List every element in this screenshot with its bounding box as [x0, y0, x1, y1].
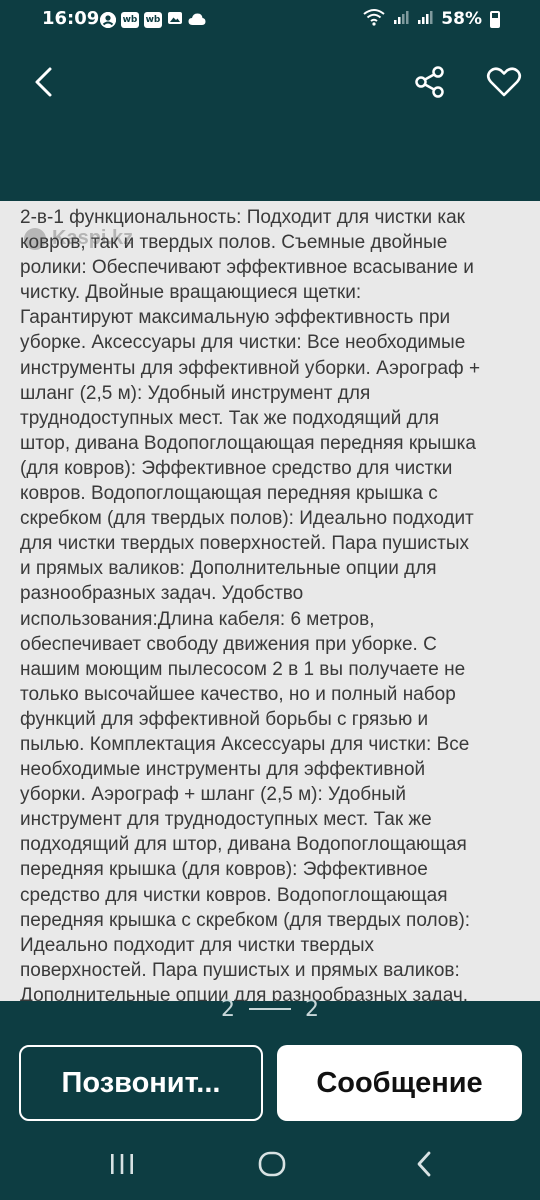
image-icon [167, 10, 183, 30]
notification-icons: wb wb [100, 10, 206, 30]
wb-app-icon: wb [121, 12, 139, 28]
pager-current: 2 [221, 996, 235, 1022]
back-icon [417, 1151, 431, 1177]
chevron-left-icon [35, 67, 52, 97]
share-button[interactable] [406, 58, 454, 106]
pager-total: 2 [305, 996, 319, 1022]
product-description: 2-в-1 функциональность: Подходит для чис… [20, 207, 481, 1001]
call-button[interactable]: Позвонит... [19, 1045, 263, 1121]
cloud-icon [188, 11, 206, 30]
recents-icon [111, 1154, 133, 1174]
system-icons: 58% [363, 8, 500, 30]
status-bar: 16:09 wb wb 58% [0, 0, 540, 40]
home-icon [258, 1151, 286, 1177]
wifi-icon [363, 8, 385, 30]
gallery-image[interactable]: Kaspi.kz 2-в-1 функциональность: Подходи… [0, 201, 540, 1001]
favorite-button[interactable] [480, 58, 528, 106]
share-icon [415, 66, 444, 98]
home-button[interactable] [250, 1144, 294, 1184]
back-button[interactable] [20, 58, 68, 106]
account-circle-icon [100, 12, 116, 28]
nav-back-button[interactable] [402, 1144, 446, 1184]
message-button[interactable]: Сообщение [277, 1045, 522, 1121]
toolbar [0, 50, 540, 114]
recents-button[interactable] [100, 1144, 144, 1184]
heart-outline-icon [486, 67, 522, 97]
wb-app-icon: wb [144, 12, 162, 28]
system-nav-bar [0, 1134, 540, 1194]
status-time: 16:09 [42, 8, 100, 29]
battery-icon [490, 10, 500, 28]
signal-icon [393, 9, 409, 29]
signal-icon [417, 9, 433, 29]
battery-percentage: 58% [441, 9, 482, 29]
pager-divider [249, 1008, 291, 1010]
gallery-pager: 2 2 [0, 994, 540, 1024]
